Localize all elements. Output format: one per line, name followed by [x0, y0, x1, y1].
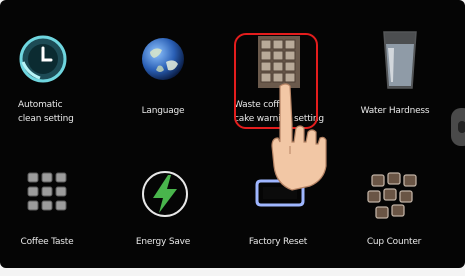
water-glass-icon [375, 30, 425, 90]
settings-screen: Automatic clean setting Language Waste c… [0, 0, 465, 268]
energy-bolt-icon [138, 167, 188, 227]
auto-clean-icon [18, 34, 68, 94]
coffee-taste-grid-icon [22, 167, 72, 227]
menu-item-water-hardness[interactable]: Water Hardness [345, 30, 445, 140]
menu-item-label: Water Hardness [360, 106, 430, 116]
menu-item-label: Cup Counter [366, 237, 422, 247]
menu-item-label: Energy Save [135, 237, 191, 247]
globe-icon [138, 34, 188, 94]
side-scroll-tab[interactable] [451, 108, 465, 146]
menu-item-label: Coffee Taste [20, 237, 74, 247]
menu-item-label: Factory Reset [248, 237, 308, 247]
menu-item-label: Automatic clean setting [18, 100, 74, 124]
menu-item-coffee-taste[interactable]: Coffee Taste [0, 167, 97, 268]
menu-item-energy-save[interactable]: Energy Save [113, 167, 213, 268]
menu-item-label: Language [141, 106, 185, 116]
menu-item-language[interactable]: Language [113, 34, 213, 144]
pointing-hand-icon [266, 80, 330, 192]
menu-item-automatic-clean[interactable]: Automatic clean setting [0, 34, 100, 144]
cup-counter-icon [362, 167, 417, 227]
menu-item-cup-counter[interactable]: Cup Counter [344, 167, 444, 268]
